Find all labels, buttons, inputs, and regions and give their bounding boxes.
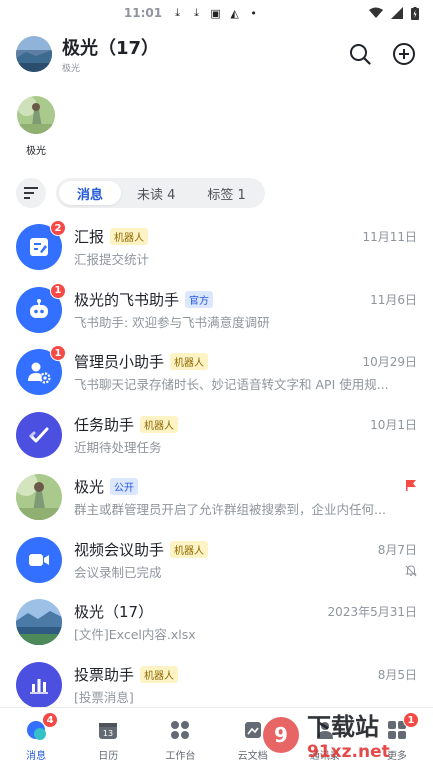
bottom-nav: 4 消息 13 日历 工作台 云文档 通讯录 1 更多 <box>0 707 433 769</box>
chat-preview: [文件]Excel内容.xlsx <box>74 627 196 643</box>
chat-tag: 官方 <box>185 290 214 308</box>
nav-badge: 1 <box>402 712 419 728</box>
chat-title: 极光（17） <box>74 603 154 622</box>
pinned-label: 极光 <box>26 146 46 157</box>
chat-title: 任务助手 <box>74 415 135 434</box>
tab-labels[interactable]: 标签 1 <box>191 181 261 205</box>
chat-time: 8月7日 <box>377 542 417 557</box>
nav-contacts[interactable]: 通讯录 <box>289 708 361 769</box>
battery-icon <box>410 6 419 20</box>
filter-bar: 消息 未读 4 标签 1 <box>16 178 417 208</box>
svg-text:13: 13 <box>103 729 113 738</box>
chat-title: 管理员小助手 <box>74 353 165 372</box>
unread-badge: 1 <box>50 282 66 299</box>
nav-label: 云文档 <box>237 751 268 762</box>
app-root: 11:01 ⤓ ⤓ ▣ ◭ • 极光（17） 极光 极光 消息 未读 4 标签 … <box>0 0 433 769</box>
plus-circle-icon <box>393 43 415 65</box>
chat-row[interactable]: 视频会议助手 机器人 8月7日 会议录制已完成 <box>0 529 433 592</box>
chat-row[interactable]: 极光 公开 群主或群管理员开启了允许群组被搜索到，企业内任何... <box>0 466 433 529</box>
chat-tag: 机器人 <box>140 665 179 683</box>
chat-title: 投票助手 <box>74 665 135 684</box>
add-button[interactable] <box>391 41 417 67</box>
mute-bell-icon <box>405 565 417 577</box>
contacts-icon <box>316 722 333 739</box>
chat-tag: 公开 <box>110 478 139 496</box>
nav-badge: 4 <box>42 712 59 728</box>
chat-preview: 会议录制已完成 <box>74 564 162 580</box>
chat-preview: 近期待处理任务 <box>74 439 162 455</box>
chat-tag: 机器人 <box>110 228 149 246</box>
status-notification-icons: ⤓ ⤓ ▣ ◭ • <box>172 6 259 20</box>
chat-list: 2 汇报 机器人 11月11日 汇报提交统计 1 极光的飞书助手 官方 11月6… <box>0 216 433 716</box>
chat-tag: 机器人 <box>140 415 179 433</box>
more-dot-icon: • <box>250 6 257 20</box>
chat-row[interactable]: 极光（17） 2023年5月31日 [文件]Excel内容.xlsx <box>0 591 433 654</box>
chat-title: 汇报 <box>74 228 105 247</box>
nav-label: 消息 <box>26 751 47 762</box>
chat-preview: 群主或群管理员开启了允许群组被搜索到，企业内任何... <box>74 502 386 518</box>
chat-tag: 机器人 <box>170 353 209 371</box>
chat-row[interactable]: 任务助手 机器人 10月1日 近期待处理任务 <box>0 404 433 467</box>
filter-tabs: 消息 未读 4 标签 1 <box>56 178 265 208</box>
unread-badge: 1 <box>50 345 66 362</box>
app-notification-icon: ◭ <box>230 6 239 20</box>
chat-row[interactable]: 2 汇报 机器人 11月11日 汇报提交统计 <box>0 216 433 279</box>
nav-workbench[interactable]: 工作台 <box>144 708 216 769</box>
nav-label: 日历 <box>98 751 119 762</box>
chat-title: 极光 <box>74 478 105 497</box>
task-check-icon <box>16 411 62 458</box>
chat-title: 极光的飞书助手 <box>74 290 180 309</box>
chat-time: 8月5日 <box>377 667 417 682</box>
list-filter-icon <box>24 187 38 199</box>
chat-time: 10月1日 <box>370 417 417 432</box>
workbench-grid-icon <box>171 721 190 739</box>
wifi-icon <box>368 7 383 18</box>
landscape-avatar <box>16 599 62 646</box>
poll-chart-icon <box>16 661 62 708</box>
nav-label: 工作台 <box>165 751 196 762</box>
search-button[interactable] <box>347 41 373 67</box>
nav-label: 更多 <box>386 751 407 762</box>
chat-header: 极光（17） 极光 <box>0 30 433 78</box>
nav-label: 通讯录 <box>309 751 340 762</box>
tab-messages[interactable]: 消息 <box>59 181 122 205</box>
app-notification-icon: ▣ <box>210 6 221 20</box>
chat-preview: [投票消息] <box>74 689 134 705</box>
unread-badge: 2 <box>50 220 66 237</box>
page-subtitle: 极光 <box>62 64 81 74</box>
group-avatar[interactable] <box>16 36 52 72</box>
photo-avatar <box>16 474 62 521</box>
nav-messages[interactable]: 4 消息 <box>0 708 72 769</box>
chat-time: 2023年5月31日 <box>327 605 417 620</box>
cloud-doc-icon <box>244 722 261 738</box>
download-icon: ⤓ <box>175 6 181 19</box>
tab-unread[interactable]: 未读 4 <box>121 181 191 205</box>
red-flag-icon <box>406 480 416 492</box>
chat-time: 11月11日 <box>362 230 417 245</box>
search-icon <box>350 44 371 65</box>
pinned-avatar <box>17 96 55 134</box>
nav-calendar[interactable]: 13 日历 <box>72 708 144 769</box>
video-camera-icon <box>16 536 62 583</box>
status-time: 11:01 <box>123 6 163 20</box>
nav-more[interactable]: 1 更多 <box>361 708 433 769</box>
nav-cloud-docs[interactable]: 云文档 <box>217 708 289 769</box>
chat-row[interactable]: 1 极光的飞书助手 官方 11月6日 飞书助手: 欢迎参与飞书满意度调研 <box>0 279 433 342</box>
chat-time: 11月6日 <box>370 292 417 307</box>
signal-icon <box>390 7 403 19</box>
download-icon: ⤓ <box>194 6 200 19</box>
chat-title: 视频会议助手 <box>74 540 165 559</box>
filter-menu-button[interactable] <box>16 178 46 208</box>
page-title: 极光（17） <box>62 38 160 59</box>
chat-preview: 飞书聊天记录存储时长、妙记语音转文字和 API 使用规... <box>74 377 389 393</box>
pinned-contact[interactable]: 极光 <box>16 96 56 157</box>
status-bar: 11:01 ⤓ ⤓ ▣ ◭ • <box>0 0 433 26</box>
chat-preview: 飞书助手: 欢迎参与飞书满意度调研 <box>74 314 270 330</box>
chat-row[interactable]: 1 管理员小助手 机器人 10月29日 飞书聊天记录存储时长、妙记语音转文字和 … <box>0 341 433 404</box>
chat-time <box>405 479 417 494</box>
chat-preview: 汇报提交统计 <box>74 252 150 268</box>
chat-tag: 机器人 <box>170 540 209 558</box>
chat-time: 10月29日 <box>362 355 417 370</box>
calendar-icon: 13 <box>99 723 118 739</box>
